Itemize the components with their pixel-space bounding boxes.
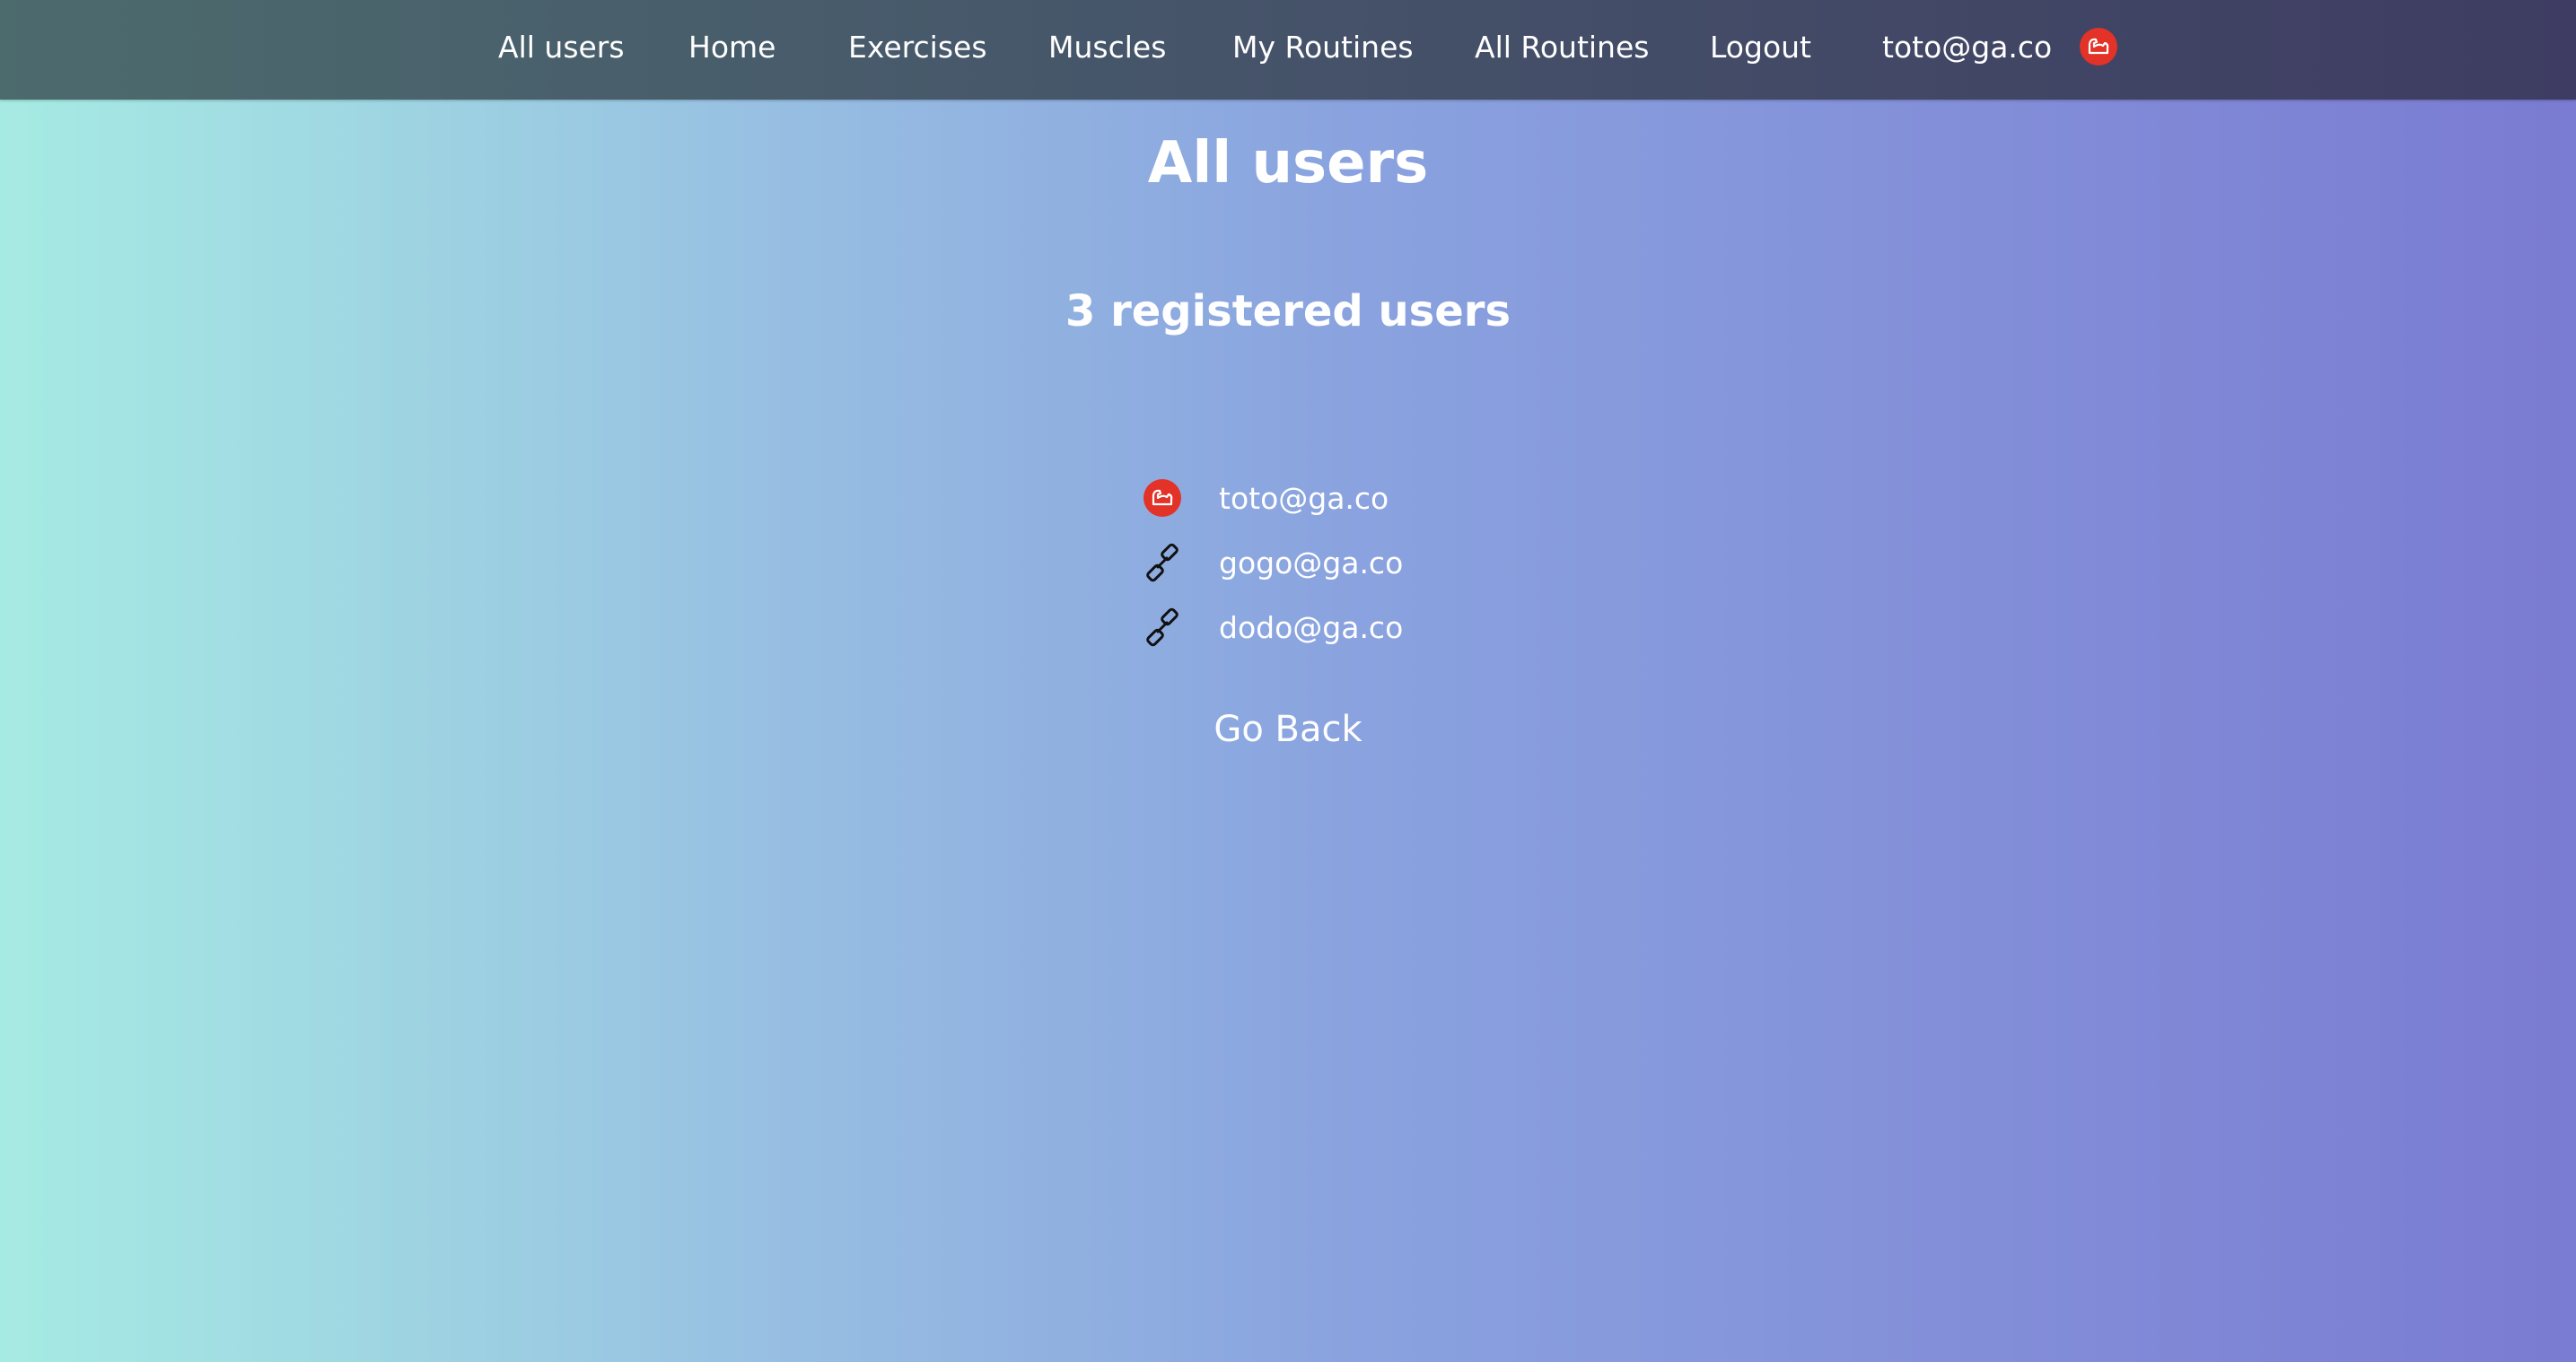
user-list-item[interactable]: toto@ga.co	[1140, 471, 1436, 525]
nav-link-home[interactable]: Home	[688, 0, 775, 100]
flexed-arm-icon	[1140, 479, 1185, 517]
nav-link-all-users[interactable]: All users	[498, 0, 625, 100]
nav-link-exercises[interactable]: Exercises	[848, 0, 987, 100]
nav-link-logout[interactable]: Logout	[1710, 0, 1811, 100]
flexed-arm-icon[interactable]	[2080, 28, 2117, 65]
nav-link-profile[interactable]: toto@ga.co	[1882, 0, 2052, 100]
nav-link-muscles[interactable]: Muscles	[1048, 0, 1166, 100]
user-email[interactable]: gogo@ga.co	[1219, 546, 1403, 581]
nav-link-all-routines[interactable]: All Routines	[1475, 0, 1649, 100]
top-navbar: All users Home Exercises Muscles My Rout…	[0, 0, 2576, 100]
registered-users-count: 3 registered users	[1065, 286, 1511, 336]
nav-link-my-routines[interactable]: My Routines	[1232, 0, 1414, 100]
dumbbell-icon	[1140, 607, 1185, 648]
user-list-item[interactable]: gogo@ga.co	[1140, 536, 1436, 589]
user-email[interactable]: toto@ga.co	[1219, 481, 1389, 516]
user-list-item[interactable]: dodo@ga.co	[1140, 600, 1436, 654]
dumbbell-icon	[1140, 542, 1185, 583]
page-title: All users	[1147, 130, 1429, 196]
go-back-link[interactable]: Go Back	[0, 709, 2576, 750]
user-email[interactable]: dodo@ga.co	[1219, 610, 1403, 645]
